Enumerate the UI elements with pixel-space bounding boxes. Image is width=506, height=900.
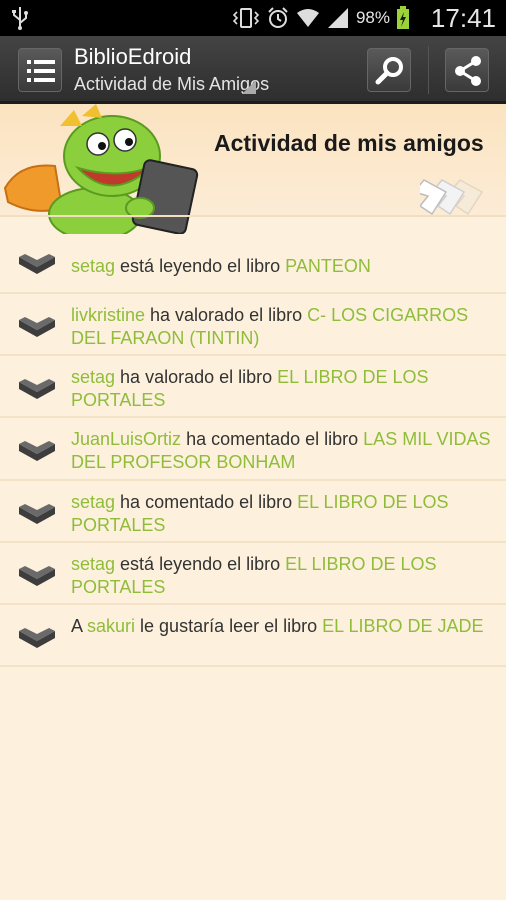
dropdown-indicator-icon [242, 80, 256, 94]
activity-text: setag ha comentado el libro EL LIBRO DE … [71, 492, 449, 535]
alarm-icon [268, 7, 288, 28]
action-bar-divider [428, 46, 429, 94]
battery-charging-icon [397, 6, 409, 29]
battery-percent: 98% [355, 8, 390, 27]
activity-text: setag está leyendo el libro EL LIBRO DE … [71, 554, 437, 597]
menu-button[interactable] [18, 48, 62, 92]
expand-chevron-icon[interactable] [18, 438, 56, 462]
clock: 17:41 [430, 3, 496, 33]
expand-chevron-icon[interactable] [18, 376, 56, 400]
section-dropdown[interactable]: Actividad de Mis Amigos [74, 74, 269, 95]
signal-icon [327, 8, 348, 28]
search-button[interactable] [367, 48, 411, 92]
activity-row[interactable]: A sakuri le gustaría leer el libro EL LI… [0, 605, 506, 667]
book-link[interactable]: PANTEON [285, 256, 371, 276]
activity-row[interactable]: setag está leyendo el libro EL LIBRO DE … [0, 543, 506, 605]
wifi-icon [296, 9, 319, 27]
user-link[interactable]: setag [71, 554, 115, 574]
expand-chevron-icon[interactable] [18, 314, 56, 338]
search-icon [375, 57, 403, 85]
share-icon [455, 56, 481, 86]
list-menu-icon [27, 60, 55, 82]
activity-row[interactable]: setag está leyendo el libro PANTEON [0, 237, 506, 294]
activity-text: setag está leyendo el libro PANTEON [71, 256, 371, 276]
activity-text: A sakuri le gustaría leer el libro EL LI… [71, 616, 484, 636]
user-link[interactable]: livkristine [71, 305, 145, 325]
expand-chevron-icon[interactable] [18, 625, 56, 649]
header-divider [0, 215, 506, 217]
forward-arrows-icon [420, 179, 484, 216]
user-link[interactable]: JuanLuisOrtiz [71, 429, 181, 449]
share-button[interactable] [445, 48, 489, 92]
activity-row[interactable]: setag ha comentado el libro EL LIBRO DE … [0, 481, 506, 543]
book-link[interactable]: EL LIBRO DE JADE [322, 616, 483, 636]
activity-text: setag ha valorado el libro EL LIBRO DE L… [71, 367, 429, 410]
user-link[interactable]: setag [71, 256, 115, 276]
action-bar: BiblioEdroid Actividad de Mis Amigos [0, 36, 506, 104]
app-title: BiblioEdroid [74, 44, 192, 69]
status-bar: 98% 17:41 [0, 0, 506, 36]
activity-row[interactable]: JuanLuisOrtiz ha comentado el libro LAS … [0, 418, 506, 481]
user-link[interactable]: setag [71, 492, 115, 512]
page-title: Actividad de mis amigos [214, 130, 484, 156]
activity-row[interactable]: setag ha valorado el libro EL LIBRO DE L… [0, 356, 506, 418]
expand-chevron-icon[interactable] [18, 251, 56, 275]
vibrate-icon [232, 8, 260, 28]
usb-icon [12, 7, 28, 30]
page-header: Actividad de mis amigos [0, 104, 506, 234]
action-bar-titles[interactable]: BiblioEdroid Actividad de Mis Amigos [74, 44, 269, 95]
expand-chevron-icon[interactable] [18, 563, 56, 587]
activity-row[interactable]: livkristine ha valorado el libro C- LOS … [0, 294, 506, 356]
user-link[interactable]: setag [71, 367, 115, 387]
activity-list: setag está leyendo el libro PANTEON livk… [0, 237, 506, 667]
activity-text: JuanLuisOrtiz ha comentado el libro LAS … [71, 429, 491, 472]
expand-chevron-icon[interactable] [18, 501, 56, 525]
activity-text: livkristine ha valorado el libro C- LOS … [71, 305, 469, 348]
user-link[interactable]: sakuri [87, 616, 135, 636]
